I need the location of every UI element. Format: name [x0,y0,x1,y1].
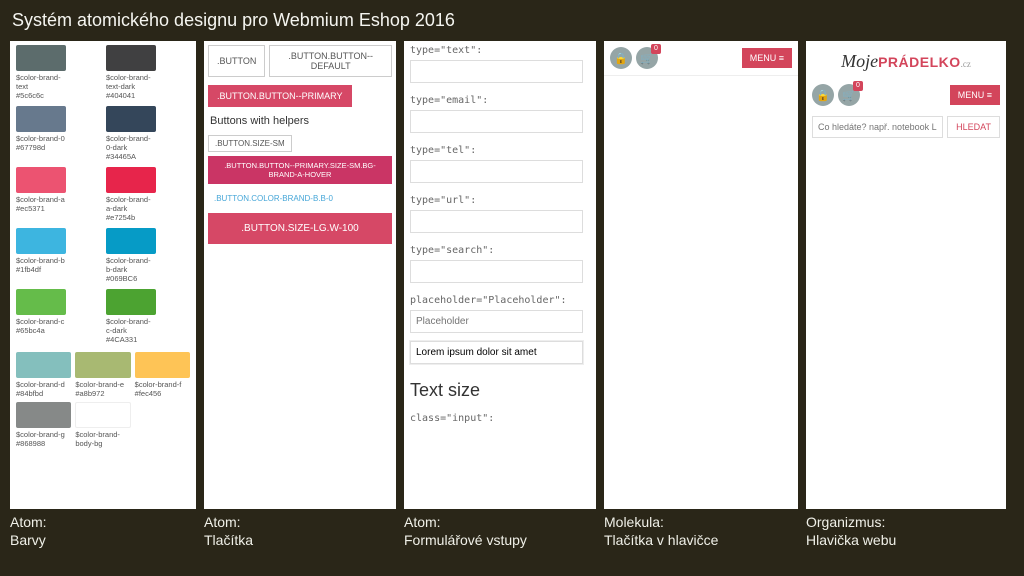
lock-icon[interactable]: 🔒 [610,47,632,69]
swatch-label: $color-brand-d#84bfbd [16,380,71,398]
input-label-text: type="text": [404,41,596,58]
panel-header-organism: MojePRÁDELKO.cz 🔒 🛒0 MENU ≡ HLEDAT [806,41,1006,509]
swatch-label: $color-brand-0#67798d [16,134,66,152]
button-size-sm[interactable]: .BUTTON.SIZE-SM [208,135,292,152]
captions-row: Atom:Barvy Atom:Tlačítka Atom:Formulářov… [0,509,1024,553]
swatch-label: $color-brand-c-dark#4CA331 [106,317,156,344]
button-primary-sm-hover[interactable]: .BUTTON.BUTTON--PRIMARY.SIZE-SM.BG-BRAND… [208,156,392,184]
input-label-class: class="input": [404,409,596,426]
lock-icon[interactable]: 🔒 [812,84,834,106]
buttons-helpers-heading: Buttons with helpers [204,111,396,131]
swatch-label: $color-brand-text-dark#404041 [106,73,156,100]
swatch-label: $color-brand-c#65bc4a [16,317,66,335]
button-base[interactable]: .BUTTON [208,45,265,77]
panel-header-molecule: 🔒 🛒0 MENU ≡ [604,41,798,509]
swatch-label: $color-brand-g#868988 [16,430,71,448]
input-label-tel: type="tel": [404,141,596,158]
panel-buttons: .BUTTON .BUTTON.BUTTON--DEFAULT .BUTTON.… [204,41,396,509]
button-primary[interactable]: .BUTTON.BUTTON--PRIMARY [208,85,352,107]
caption-forms: Atom:Formulářové vstupy [404,513,596,549]
search-input[interactable] [812,116,943,138]
swatch-label: $color-brand-text#5c6c6c [16,73,66,100]
input-tel[interactable] [410,160,583,183]
swatch-label: $color-brand-0-dark#34465A [106,134,156,161]
swatch-label: $color-brand-b#1fb4df [16,256,66,274]
input-text[interactable] [410,60,583,83]
input-label-url: type="url": [404,191,596,208]
input-label-email: type="email": [404,91,596,108]
swatch-label: $color-brand-body-bg [75,430,130,448]
caption-colors: Atom:Barvy [10,513,196,549]
input-email[interactable] [410,110,583,133]
search-button[interactable]: HLEDAT [947,116,1000,138]
cart-badge: 0 [651,44,661,54]
cart-badge: 0 [853,81,863,91]
input-placeholder[interactable] [410,310,583,333]
swatch-label: $color-brand-f#fec456 [135,380,190,398]
input-search[interactable] [410,260,583,283]
swatch-label: $color-brand-a-dark#e7254b [106,195,156,222]
page-title: Systém atomického designu pro Webmium Es… [0,0,1024,35]
caption-molecule: Molekula:Tlačítka v hlavičce [604,513,798,549]
menu-button[interactable]: MENU ≡ [950,85,1000,105]
button-default[interactable]: .BUTTON.BUTTON--DEFAULT [269,45,392,77]
button-size-lg[interactable]: .BUTTON.SIZE-LG.W-100 [208,213,392,244]
input-lorem[interactable] [410,341,583,364]
panels-row: $color-brand-text#5c6c6c $color-brand-te… [0,35,1024,509]
menu-button[interactable]: MENU ≡ [742,48,792,68]
heading-text-size: Text size [404,372,596,409]
button-link-color[interactable]: .BUTTON.COLOR-BRAND-B.B-0 [208,188,339,209]
panel-form-inputs: type="text": type="email": type="tel": t… [404,41,596,509]
swatch-label: $color-brand-a#ec5371 [16,195,66,213]
input-label-search: type="search": [404,241,596,258]
panel-colors: $color-brand-text#5c6c6c $color-brand-te… [10,41,196,509]
logo: MojePRÁDELKO.cz [806,41,1006,78]
input-label-placeholder: placeholder="Placeholder": [404,291,596,308]
cart-icon[interactable]: 🛒0 [636,47,658,69]
caption-organism: Organizmus:Hlavička webu [806,513,1006,549]
input-url[interactable] [410,210,583,233]
caption-buttons: Atom:Tlačítka [204,513,396,549]
cart-icon[interactable]: 🛒0 [838,84,860,106]
swatch-label: $color-brand-e#a8b972 [75,380,130,398]
swatch-label: $color-brand-b-dark#069BC6 [106,256,156,283]
